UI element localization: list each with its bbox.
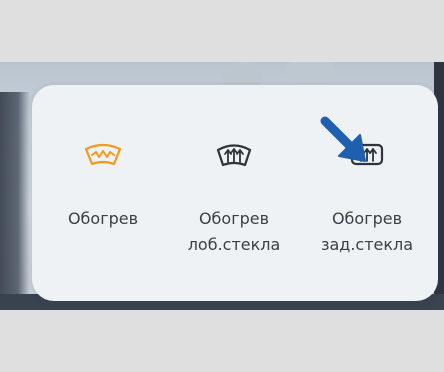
label-line: Обогрев xyxy=(331,209,403,228)
front-defrost-label: Обогрев лоб.стекла xyxy=(169,206,299,258)
front-defrost-button[interactable]: Обогрев лоб.стекла xyxy=(169,85,299,301)
windshield-heating-button[interactable]: Обогрев xyxy=(38,85,168,301)
rear-defrost-label: Обогрев зад.стекла xyxy=(302,206,432,258)
background-shape xyxy=(285,62,335,84)
screen-bezel-left xyxy=(0,92,30,310)
pointer-arrow-icon xyxy=(320,116,366,162)
front-defrost-icon xyxy=(216,144,252,167)
windshield-heater-icon xyxy=(84,143,122,166)
label-line: лоб.стекла xyxy=(187,235,281,254)
label-line: Обогрев xyxy=(198,209,270,228)
screenshot: Обогрев Обогрев лоб.стекла Обогрев зад.с… xyxy=(0,0,444,372)
windshield-heating-label: Обогрев xyxy=(38,206,168,232)
defrost-control-panel: Обогрев Обогрев лоб.стекла Обогрев зад.с… xyxy=(32,85,438,301)
label-line: Обогрев xyxy=(67,209,139,228)
label-line: зад.стекла xyxy=(320,235,414,254)
